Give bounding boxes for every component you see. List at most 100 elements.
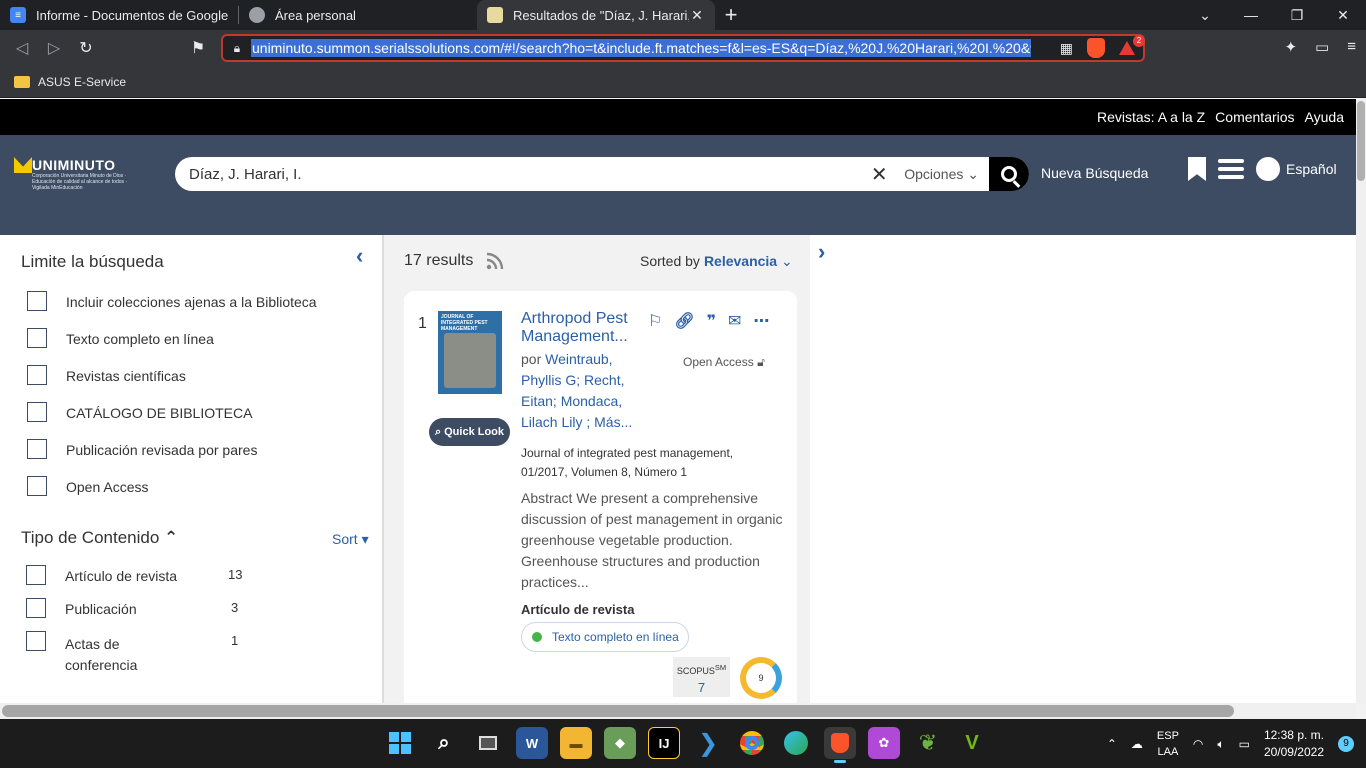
sort-value: Relevancia [703,253,778,269]
filter-label[interactable]: CATÁLOGO DE BIBLIOTECA [66,405,252,421]
result-title[interactable]: Arthropod Pest Management... [521,310,639,346]
content-type-label[interactable]: Artículo de revista [65,568,177,584]
brave-icon[interactable] [824,727,856,763]
expand-pane-icon[interactable]: › [818,239,825,265]
filter-label[interactable]: Open Access [66,479,149,495]
tab-search-icon[interactable]: ⌄ [1182,0,1228,30]
virtualbox-icon[interactable]: ◆ [604,727,636,759]
tab-title: Área personal [275,7,356,23]
bookmark-icon[interactable]: ⚐ [648,311,662,331]
new-tab-button[interactable]: + [715,0,747,30]
collapse-sidebar-icon[interactable]: ‹ [356,243,363,269]
chevron-up-icon[interactable]: ⌃ [1107,737,1117,751]
minimize-button[interactable]: — [1228,0,1274,30]
journal-cover[interactable]: JOURNAL OF INTEGRATED PEST MANAGEMENT [438,311,502,394]
maximize-button[interactable]: ❐ [1274,0,1320,30]
vim-icon[interactable]: V [956,727,988,759]
filter-label[interactable]: Publicación revisada por pares [66,442,257,458]
back-button[interactable]: ◁ [6,32,38,64]
chrome-icon[interactable] [736,727,768,759]
vertical-scrollbar[interactable] [1356,99,1366,704]
content-type-sort[interactable]: Sort ▾ [332,531,369,548]
filter-checkbox[interactable] [27,365,47,385]
link-comentarios[interactable]: Comentarios [1215,109,1294,125]
close-window-button[interactable]: ✕ [1320,0,1366,30]
extensions-icon[interactable]: ✦ [1284,38,1297,56]
rss-icon[interactable] [486,252,504,270]
filter-checkbox[interactable] [27,476,47,496]
sort-control[interactable]: Sorted by Relevancia ⌄ [640,253,793,270]
wallet-icon[interactable]: ▭ [1315,38,1329,56]
close-tab-icon[interactable]: ✕ [689,7,705,24]
language-selector[interactable]: Español [1286,161,1337,177]
filter-label[interactable]: Texto completo en línea [66,331,214,347]
link-icon[interactable]: 🔗︎ [674,311,694,331]
search-input[interactable]: Díaz, J. Harari, I. [175,166,864,183]
search-icon[interactable]: ⌕ [428,727,460,759]
horizontal-scrollbar[interactable] [0,703,1356,719]
content-type-checkbox[interactable] [26,631,46,651]
scroll-thumb[interactable] [1357,101,1365,181]
scopus-value: 7 [697,680,706,695]
brave-shields-icon[interactable] [1087,38,1105,58]
intellij-icon[interactable]: IJ [648,727,680,759]
new-search-link[interactable]: Nueva Búsqueda [1041,165,1148,181]
menu-icon[interactable]: ≡ [1347,38,1356,56]
globe-icon[interactable] [1256,157,1280,181]
link-ayuda[interactable]: Ayuda [1305,109,1344,125]
link-revistas[interactable]: Revistas: A a la Z [1097,109,1205,125]
onedrive-icon[interactable]: ☁ [1131,737,1143,751]
filter-label[interactable]: Incluir colecciones ajenas a la Bibliote… [66,294,317,310]
reload-button[interactable]: ↻ [70,32,102,64]
battery-icon[interactable]: ▭ [1239,737,1250,751]
edge-icon[interactable] [780,727,812,759]
qr-code-icon[interactable]: ▦ [1060,40,1073,57]
fulltext-link[interactable]: Texto completo en línea [521,622,689,652]
spring-icon[interactable]: ❦ [912,727,944,759]
cite-icon[interactable]: ❞ [707,311,716,331]
notification-badge[interactable]: 9 [1338,736,1354,752]
input-language[interactable]: ESP LAA [1157,728,1179,760]
filter-label[interactable]: Revistas científicas [66,368,186,384]
forward-button[interactable]: ▷ [38,32,70,64]
volume-icon[interactable]: 🔈︎ [1217,737,1224,752]
content-type-label[interactable]: Publicación [65,601,137,617]
scroll-thumb[interactable] [2,705,1234,717]
filter-checkbox[interactable] [27,291,47,311]
task-view-icon[interactable] [472,727,504,759]
clock[interactable]: 12:38 p. m. 20/09/2022 [1264,727,1324,761]
lock-icon[interactable]: 🔒︎ [223,41,251,56]
wifi-icon[interactable]: ◠ [1193,737,1203,751]
bookmark-page-icon[interactable]: ⚑ [182,32,214,64]
tab-area-personal[interactable]: Área personal [239,0,477,30]
altmetric-badge[interactable]: 9 [740,657,782,699]
start-icon[interactable] [384,727,416,759]
tab-resultados[interactable]: Resultados de "Díaz, J. Harari, I. " ✕ [477,0,715,30]
tab-informe[interactable]: ≡ Informe - Documentos de Google [0,0,238,30]
word-icon[interactable]: W [516,727,548,759]
bookmark-asus[interactable]: ASUS E-Service [38,75,126,89]
uniminuto-logo[interactable]: UNIMINUTO Corporación Universitaria Minu… [14,157,132,191]
hamburger-menu-icon[interactable] [1218,159,1244,179]
more-icon[interactable]: ⋯ [753,311,769,331]
filter-checkbox[interactable] [27,402,47,422]
brave-rewards-icon[interactable]: 2 [1119,35,1145,57]
url-text[interactable]: uniminuto.summon.serialssolutions.com/#!… [251,39,1031,57]
saved-items-icon[interactable] [1188,157,1206,181]
search-button[interactable] [989,157,1029,191]
content-type-checkbox[interactable] [26,598,46,618]
options-dropdown[interactable]: Opciones ⌄ [894,166,989,183]
email-icon[interactable]: ✉ [728,311,741,331]
content-type-heading[interactable]: Tipo de Contenido ⌃ [21,528,178,548]
clear-search-icon[interactable]: ✕ [864,162,894,187]
content-type-checkbox[interactable] [26,565,46,585]
scopus-badge[interactable]: SCOPUSSM 7 [673,657,730,697]
address-bar[interactable]: 🔒︎ uniminuto.summon.serialssolutions.com… [221,34,1145,62]
file-explorer-icon[interactable]: ▬ [560,727,592,759]
filter-checkbox[interactable] [27,439,47,459]
filter-checkbox[interactable] [27,328,47,348]
quick-look-button[interactable]: ⌕ Quick Look [429,418,510,446]
content-type-label[interactable]: Actas de conferencia [65,634,165,676]
vscode-icon[interactable]: ❯ [692,727,724,759]
game-icon[interactable]: ✿ [868,727,900,759]
